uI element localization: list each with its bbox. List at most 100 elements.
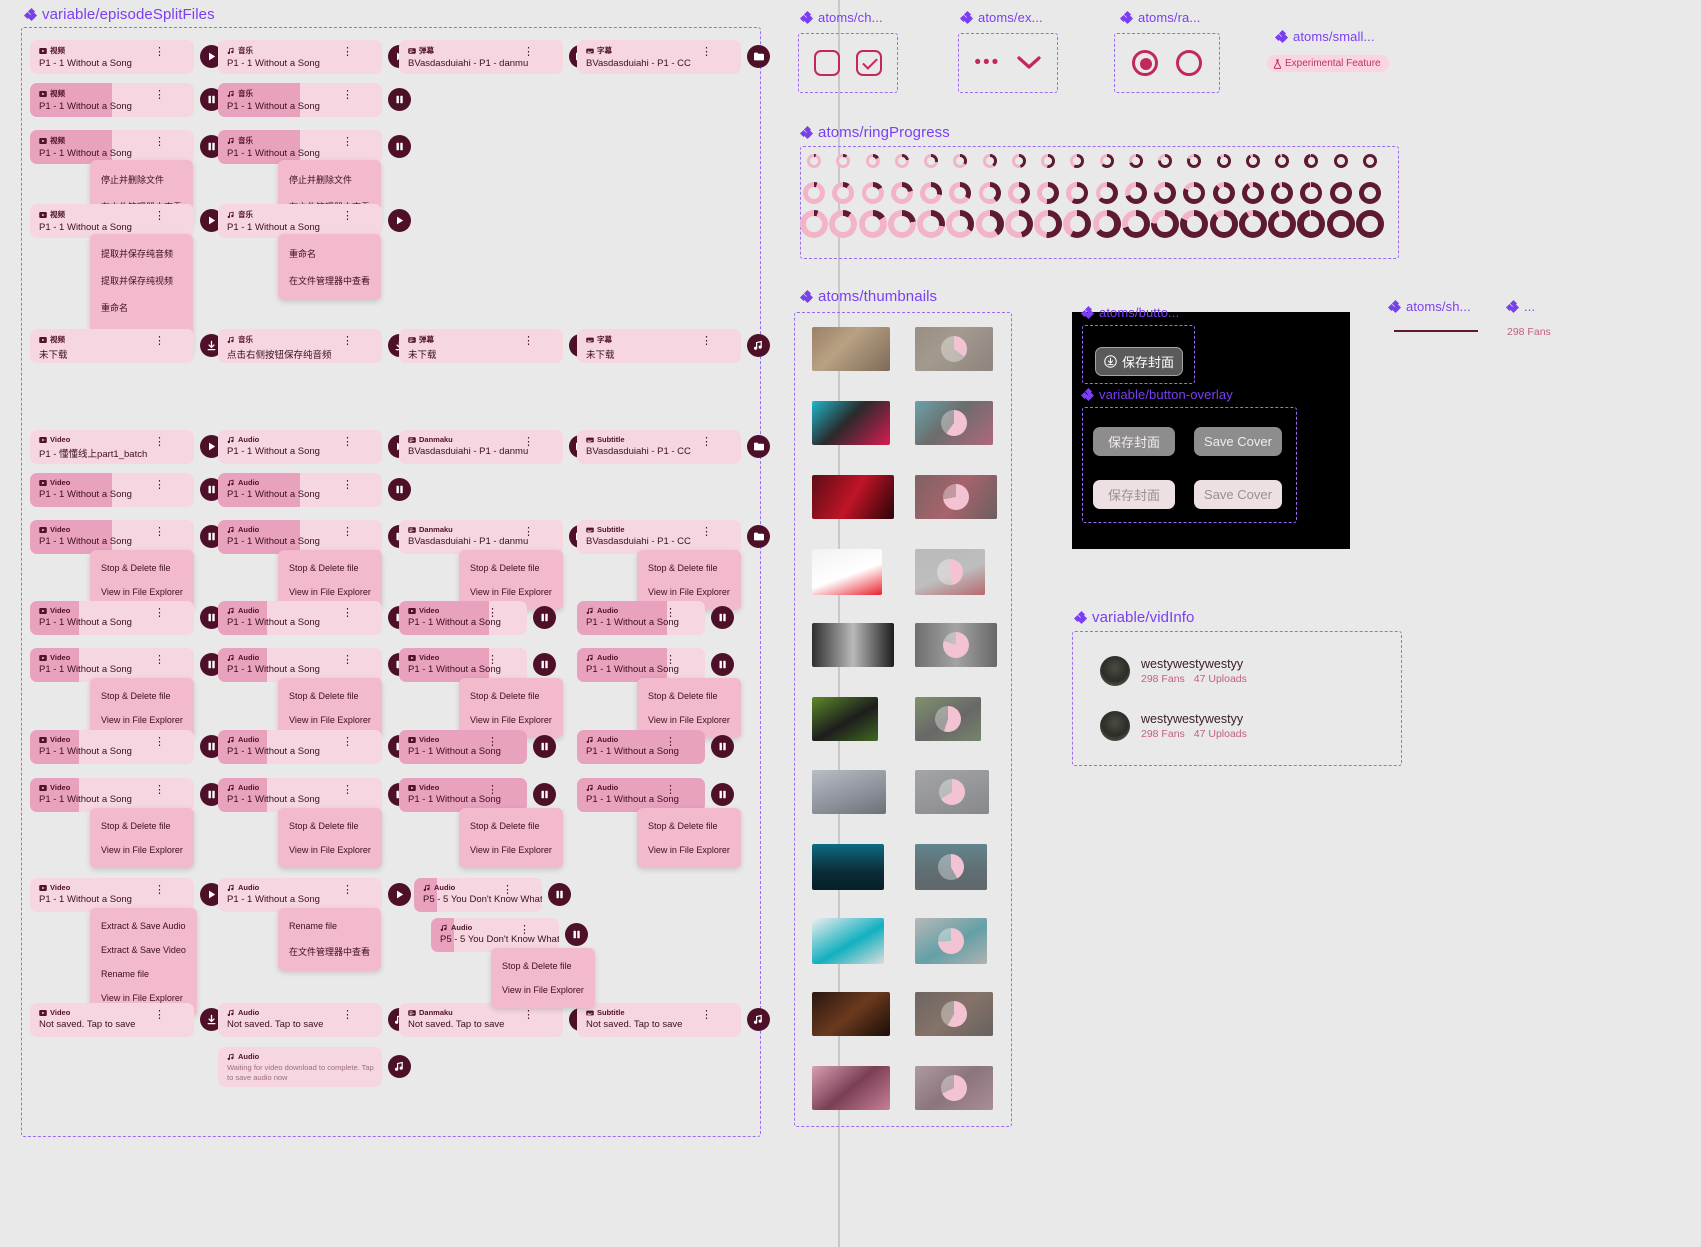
file-card[interactable]: Audio P1 - 1 Without a Song ⋮ <box>218 430 382 464</box>
context-menu-item[interactable]: Stop & Delete file <box>637 814 741 838</box>
context-menu-item[interactable]: 提取并保存纯音频 <box>90 240 193 267</box>
more-options-icon[interactable]: ⋮ <box>701 527 712 538</box>
file-card[interactable]: 音乐 P1 - 1 Without a Song ⋮ <box>218 40 382 74</box>
note-button[interactable] <box>388 1055 411 1078</box>
file-card[interactable]: Audio P1 - 1 Without a Song ⋮ <box>218 601 382 635</box>
save-cover-button-cn-light[interactable]: 保存封面 <box>1093 480 1175 509</box>
more-options-icon[interactable]: ⋮ <box>665 785 676 796</box>
more-options-icon[interactable]: ⋮ <box>154 336 165 347</box>
more-options-icon[interactable]: ⋮ <box>665 737 676 748</box>
thumbnail[interactable] <box>812 992 890 1036</box>
file-card[interactable]: Video P1 - 1 Without a Song ⋮ <box>30 648 194 682</box>
pause-button[interactable] <box>548 883 571 906</box>
thumbnail-downloading[interactable] <box>915 992 993 1036</box>
more-options-icon[interactable]: ⋮ <box>342 527 353 538</box>
context-menu-item[interactable]: 在文件管理器中查看 <box>278 267 381 294</box>
more-options-icon[interactable]: ⋮ <box>523 527 534 538</box>
file-card[interactable]: Video Not saved. Tap to save ⋮ <box>30 1003 194 1037</box>
thumbnail-downloading[interactable] <box>915 918 987 964</box>
file-card[interactable]: Video P1 - 懂懂线上part1_batch ⋮ <box>30 430 194 464</box>
context-menu[interactable]: Stop & Delete file View in File Explorer <box>637 808 741 868</box>
more-options-icon[interactable]: ⋮ <box>342 480 353 491</box>
file-card[interactable]: Video P1 - 1 Without a Song ⋮ <box>30 730 194 764</box>
more-options-icon[interactable]: ⋮ <box>342 137 353 148</box>
context-menu-item[interactable]: View in File Explorer <box>491 978 595 1002</box>
more-options-icon[interactable]: ⋮ <box>487 608 498 619</box>
file-card[interactable]: 视频 P1 - 1 Without a Song ⋮ <box>30 204 194 238</box>
save-cover-button-cn-dark[interactable]: 保存封面 <box>1093 427 1175 456</box>
more-options-icon[interactable]: ⋮ <box>154 90 165 101</box>
context-menu-item[interactable]: View in File Explorer <box>459 708 563 732</box>
context-menu[interactable]: Stop & Delete file View in File Explorer <box>459 678 563 738</box>
context-menu-item[interactable]: View in File Explorer <box>637 838 741 862</box>
thumbnail-downloading[interactable] <box>915 697 981 741</box>
thumbnail[interactable] <box>812 697 878 741</box>
context-menu[interactable]: Stop & Delete file View in File Explorer <box>278 808 382 868</box>
pause-button[interactable] <box>533 783 556 806</box>
file-card[interactable]: Audio P5 - 5 You Don't Know What L... ⋮ <box>431 918 559 952</box>
context-menu-item[interactable]: 在文件管理器中查看 <box>278 938 381 965</box>
more-options-icon[interactable]: ⋮ <box>154 655 165 666</box>
file-card[interactable]: 音乐 P1 - 1 Without a Song ⋮ <box>218 130 382 164</box>
save-cover-button-icon[interactable]: 保存封面 <box>1095 347 1183 376</box>
play-button[interactable] <box>388 883 411 906</box>
file-card[interactable]: Audio P1 - 1 Without a Song ⋮ <box>577 778 705 812</box>
context-menu[interactable]: Stop & Delete file View in File Explorer <box>459 808 563 868</box>
thumbnail[interactable] <box>812 844 884 890</box>
section-label-checkbox[interactable]: atoms/ch... <box>800 10 883 25</box>
context-menu-item[interactable]: Extract & Save Video <box>90 938 197 962</box>
thumbnail-downloading[interactable] <box>915 623 997 667</box>
note-button[interactable] <box>747 334 770 357</box>
file-card[interactable]: Danmaku Not saved. Tap to save ⋮ <box>399 1003 563 1037</box>
thumbnail[interactable] <box>812 327 890 371</box>
context-menu[interactable]: Stop & Delete file View in File Explorer <box>491 948 595 1008</box>
vid-info-card[interactable]: westywestywestyy 298 Fans 47 Uploads <box>1100 711 1256 741</box>
context-menu[interactable]: 重命名 在文件管理器中查看 <box>278 234 382 300</box>
context-menu-item[interactable]: Stop & Delete file <box>278 556 382 580</box>
section-label-ring-progress[interactable]: atoms/ringProgress <box>800 124 950 141</box>
more-options-icon[interactable]: ⋮ <box>154 737 165 748</box>
more-options-icon[interactable]: ⋮ <box>154 437 165 448</box>
context-menu-item[interactable]: Stop & Delete file <box>491 954 595 978</box>
file-card[interactable]: Video P1 - 1 Without a Song ⋮ <box>399 648 527 682</box>
more-options-icon[interactable]: ⋮ <box>342 336 353 347</box>
more-options-icon[interactable]: ⋮ <box>154 785 165 796</box>
file-card[interactable]: Audio P5 - 5 You Don't Know What L... ⋮ <box>414 878 542 912</box>
file-card[interactable]: Danmaku BVasdasduiahi - P1 - danmu ⋮ <box>399 430 563 464</box>
radio-unselected[interactable] <box>1175 50 1202 76</box>
file-card[interactable]: Audio P1 - 1 Without a Song ⋮ <box>218 473 382 507</box>
more-options-icon[interactable]: ⋮ <box>701 1010 712 1021</box>
thumbnail[interactable] <box>812 918 884 964</box>
more-options-icon[interactable]: ⋮ <box>154 47 165 58</box>
file-card[interactable]: Audio P1 - 1 Without a Song ⋮ <box>218 730 382 764</box>
radio-selected[interactable] <box>1132 50 1159 76</box>
section-label-short-divider[interactable]: atoms/sh... <box>1388 299 1471 314</box>
context-menu-item[interactable]: Extract & Save Audio <box>90 914 197 938</box>
more-options-icon[interactable]: ⋮ <box>342 437 353 448</box>
pause-button[interactable] <box>711 653 734 676</box>
context-menu[interactable]: Stop & Delete file View in File Explorer <box>90 808 194 868</box>
context-menu-item[interactable]: View in File Explorer <box>459 838 563 862</box>
file-card[interactable]: Video P1 - 1 Without a Song ⋮ <box>399 778 527 812</box>
file-card-waiting[interactable]: Audio Waiting for video download to comp… <box>218 1047 382 1087</box>
thumbnail-downloading[interactable] <box>915 1066 993 1110</box>
context-menu-item[interactable]: View in File Explorer <box>278 838 382 862</box>
thumbnail[interactable] <box>812 401 890 445</box>
file-card[interactable]: Audio P1 - 1 Without a Song ⋮ <box>577 730 705 764</box>
pause-button[interactable] <box>711 606 734 629</box>
section-label-button-overlay[interactable]: variable/button-overlay <box>1081 387 1233 402</box>
save-cover-button-en-dark[interactable]: Save Cover <box>1194 427 1282 456</box>
thumbnail[interactable] <box>812 475 894 519</box>
pause-button[interactable] <box>711 735 734 758</box>
file-card[interactable]: 音乐 P1 - 1 Without a Song ⋮ <box>218 204 382 238</box>
context-menu-item[interactable]: View in File Explorer <box>90 838 194 862</box>
context-menu-item[interactable]: View in File Explorer <box>278 708 382 732</box>
context-menu-item[interactable]: Stop & Delete file <box>278 814 382 838</box>
section-label-thumbnails[interactable]: atoms/thumbnails <box>800 288 937 305</box>
pause-button[interactable] <box>711 783 734 806</box>
more-options-icon[interactable]: ⋮ <box>342 785 353 796</box>
context-menu[interactable]: Stop & Delete file View in File Explorer <box>90 678 194 738</box>
pause-button[interactable] <box>533 653 556 676</box>
section-label-expand[interactable]: atoms/ex... <box>960 10 1043 25</box>
file-card[interactable]: Video P1 - 1 Without a Song ⋮ <box>30 601 194 635</box>
